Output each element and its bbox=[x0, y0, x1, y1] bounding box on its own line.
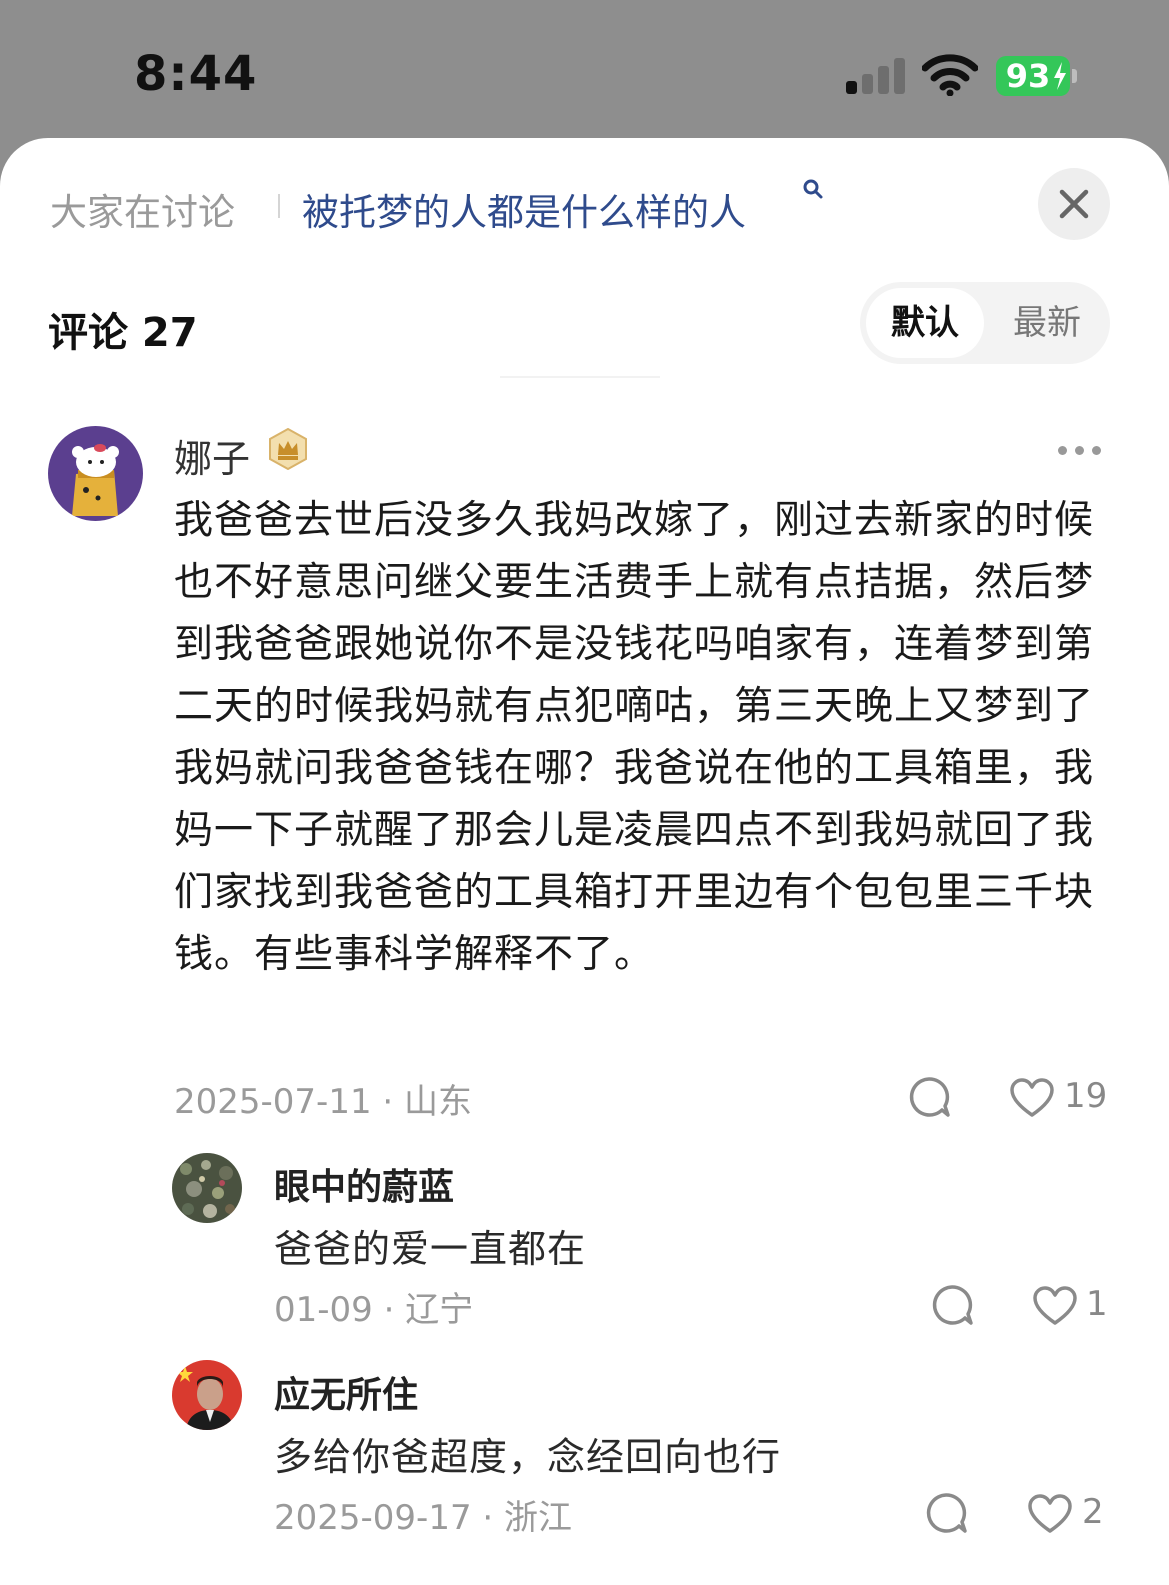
cellular-signal-icon bbox=[846, 58, 906, 94]
avatar[interactable] bbox=[48, 426, 143, 521]
reply-icon[interactable] bbox=[925, 1492, 967, 1534]
avatar-image bbox=[172, 1360, 242, 1430]
close-icon bbox=[1059, 189, 1089, 219]
more-options-button[interactable] bbox=[1058, 444, 1102, 458]
sort-latest-tab[interactable]: 最新 bbox=[990, 288, 1104, 358]
crown-icon bbox=[269, 428, 307, 470]
battery-percent: 93 bbox=[1005, 57, 1051, 95]
reply-text: 多给你爸超度，念经回向也行 bbox=[274, 1435, 782, 1479]
reply-meta: 01-09 · 辽宁 bbox=[274, 1290, 474, 1330]
reply-meta: 2025-09-17 · 浙江 bbox=[274, 1498, 573, 1538]
comment-username[interactable]: 娜子 bbox=[174, 428, 250, 483]
search-icon[interactable] bbox=[802, 178, 824, 200]
reply-icon[interactable] bbox=[931, 1284, 973, 1326]
status-bar: 8:44 93 bbox=[0, 0, 1169, 140]
reply-text: 爸爸的爱一直都在 bbox=[274, 1227, 587, 1271]
topic-divider bbox=[278, 194, 280, 218]
wifi-icon bbox=[922, 54, 978, 96]
sort-toggle: 默认 最新 bbox=[860, 282, 1110, 364]
battery-tip bbox=[1072, 69, 1077, 83]
like-heart-icon[interactable] bbox=[1010, 1078, 1054, 1118]
close-button[interactable] bbox=[1038, 168, 1110, 240]
charging-bolt-icon bbox=[1054, 62, 1066, 90]
like-count: 1 bbox=[1086, 1284, 1108, 1324]
avatar[interactable] bbox=[172, 1153, 242, 1223]
topic-prefix: 大家在讨论 bbox=[50, 191, 235, 234]
like-heart-icon[interactable] bbox=[1028, 1494, 1072, 1534]
comment-count-title: 评论 27 bbox=[48, 310, 198, 356]
reply-icon[interactable] bbox=[908, 1076, 950, 1118]
comment-text: 我爸爸去世后没多久我妈改嫁了，刚过去新家的时候也不好意思问继父要生活费手上就有点… bbox=[174, 498, 1095, 977]
avatar[interactable] bbox=[172, 1360, 242, 1430]
avatar-image bbox=[172, 1153, 242, 1223]
reply-username[interactable]: 眼中的蔚蓝 bbox=[274, 1158, 454, 1210]
like-heart-icon[interactable] bbox=[1033, 1286, 1077, 1326]
reply-username[interactable]: 应无所住 bbox=[274, 1366, 418, 1418]
comment-meta: 2025-07-11 · 山东 bbox=[174, 1082, 473, 1122]
comment-sheet: 大家在讨论 被托梦的人都是什么样的人 评论 27 默认 最新 娜子 我爸爸去世后… bbox=[0, 138, 1169, 1585]
sort-default-tab[interactable]: 默认 bbox=[866, 288, 984, 358]
topic-link[interactable]: 被托梦的人都是什么样的人 bbox=[302, 182, 746, 236]
like-count: 2 bbox=[1082, 1492, 1104, 1532]
battery-charging-icon: 93 bbox=[996, 56, 1080, 96]
avatar-image bbox=[48, 426, 143, 521]
topic-bar: 大家在讨论 被托梦的人都是什么样的人 bbox=[50, 178, 1000, 234]
like-count: 19 bbox=[1064, 1076, 1108, 1116]
divider bbox=[500, 376, 660, 378]
status-time: 8:44 bbox=[134, 46, 258, 102]
